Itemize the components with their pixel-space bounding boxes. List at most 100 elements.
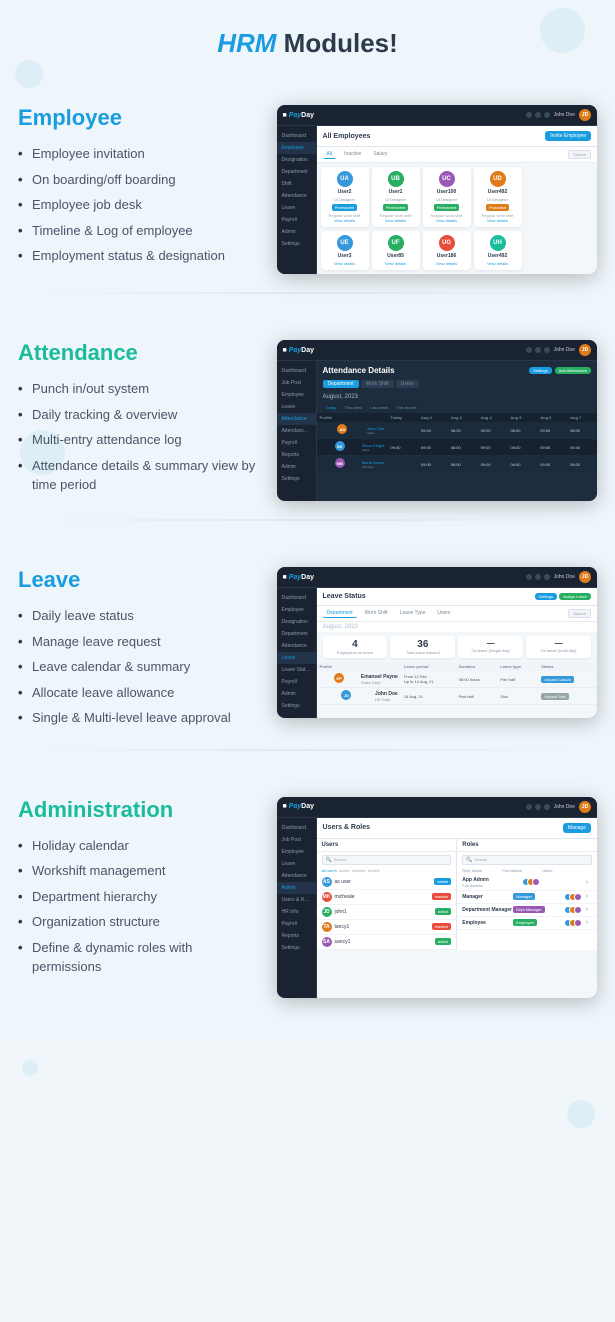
time-tab[interactable]: Last week <box>367 404 391 411</box>
sidebar-item[interactable]: Attendance <box>277 190 316 202</box>
sidebar-item[interactable]: Department <box>277 166 316 178</box>
sidebar-item-leave[interactable]: Leave <box>277 652 316 664</box>
search-box[interactable]: Search <box>568 150 591 159</box>
sidebar-item[interactable]: Payroll <box>277 214 316 226</box>
role-avatar <box>532 878 540 886</box>
leave-filter-tab[interactable]: Work Shift <box>361 609 392 618</box>
filter-invited[interactable]: Invited <box>368 868 380 873</box>
time-tab[interactable]: Today <box>323 404 340 411</box>
leave-filter-tab[interactable]: Leave Type <box>396 609 430 618</box>
att-month: August, 2023 <box>317 392 597 402</box>
sidebar-item[interactable]: Department <box>277 628 316 640</box>
role-action[interactable]: › <box>582 906 592 913</box>
sidebar-item[interactable]: Attendance <box>277 870 316 882</box>
sidebar-item[interactable]: Payroll <box>277 437 316 449</box>
filter-tab-inactive[interactable]: Inactive <box>340 150 365 159</box>
sidebar-item[interactable]: Designation <box>277 616 316 628</box>
sidebar-item[interactable]: Admin <box>277 461 316 473</box>
emp-link[interactable]: View details <box>376 261 416 266</box>
att-time: 08:00 <box>507 422 537 439</box>
sidebar-item[interactable]: Leave <box>277 401 316 413</box>
role-action[interactable]: › <box>582 879 592 886</box>
emp-link[interactable]: View details <box>478 218 518 223</box>
leave-filter-tab[interactable]: Users <box>433 609 454 618</box>
time-tab[interactable]: This month <box>393 404 419 411</box>
sidebar-item[interactable]: Job Post <box>277 377 316 389</box>
icon-dot <box>544 112 550 118</box>
sidebar-item[interactable]: Users & Roles <box>277 894 316 906</box>
att-time: 09:00 <box>418 456 448 473</box>
att-tab[interactable]: Department <box>323 380 359 388</box>
mock-main: All Employees Invite Employee All Inacti… <box>317 126 597 274</box>
sidebar-item[interactable]: Job Post <box>277 834 316 846</box>
roles-search[interactable]: 🔍 Search <box>462 855 592 865</box>
leave-settings-btn[interactable]: Settings <box>535 593 557 600</box>
sidebar-item[interactable]: Reports <box>277 930 316 942</box>
icon-dot <box>535 347 541 353</box>
sidebar-item[interactable]: Employee <box>277 846 316 858</box>
bullet-item: Timeline & Log of employee <box>18 218 265 244</box>
sidebar-item[interactable]: Settings <box>277 942 316 954</box>
bullet-item: Leave calendar & summary <box>18 654 265 680</box>
sidebar-item[interactable]: Settings <box>277 700 316 712</box>
filter-inactive[interactable]: Inactive <box>352 868 366 873</box>
mock-invite-btn[interactable]: Invite Employee <box>545 131 591 141</box>
att-settings-btn[interactable]: Settings <box>529 367 551 374</box>
mock-avatar: JD <box>579 109 591 121</box>
att-add-btn[interactable]: Add Attendance <box>555 367 591 374</box>
filter-all[interactable]: All users <box>322 868 337 873</box>
admin-manage-btn[interactable]: Manage <box>563 823 591 833</box>
sidebar-item[interactable]: Payroll <box>277 676 316 688</box>
filter-active[interactable]: Active <box>339 868 350 873</box>
sidebar-item[interactable]: Employee <box>277 389 316 401</box>
sidebar-item[interactable]: Dashboard <box>277 130 316 142</box>
att-time: 09:00 <box>537 439 567 456</box>
role-row: Employee Employee <box>457 917 597 930</box>
sidebar-item[interactable]: Reports <box>277 449 316 461</box>
sidebar-item[interactable]: Designation <box>277 154 316 166</box>
filter-tab-salary[interactable]: Salary <box>369 150 391 159</box>
sidebar-item[interactable]: Payroll <box>277 918 316 930</box>
deco-circle-7 <box>567 1100 595 1128</box>
sidebar-item[interactable]: Attendance <box>277 640 316 652</box>
sidebar-item[interactable]: Settings <box>277 238 316 250</box>
sidebar-item-admin[interactable]: Admin <box>277 882 316 894</box>
bullet-item: Workshift management <box>18 858 265 884</box>
att-title: Attendance Details <box>323 366 395 375</box>
leave-search[interactable]: Search <box>568 609 591 618</box>
sidebar-item[interactable]: Employee <box>277 604 316 616</box>
sidebar-item[interactable]: Admin <box>277 688 316 700</box>
users-search[interactable]: 🔍 Search <box>322 855 452 865</box>
emp-link[interactable]: View details <box>376 218 416 223</box>
search-placeholder: Search <box>334 857 347 862</box>
sidebar-item[interactable]: Attendance Details <box>277 425 316 437</box>
sidebar-item[interactable]: Leave <box>277 858 316 870</box>
sidebar-item[interactable]: Settings <box>277 473 316 485</box>
emp-link[interactable]: View details <box>427 218 467 223</box>
sidebar-item-employee[interactable]: Employee <box>277 142 316 154</box>
att-tab[interactable]: Users <box>396 380 419 388</box>
filter-tab-all[interactable]: All <box>323 150 337 159</box>
sidebar-item[interactable]: Admin <box>277 226 316 238</box>
page-wrapper: HRM Modules! Employee Employee invitatio… <box>0 0 615 1038</box>
role-action[interactable]: › <box>582 893 592 900</box>
role-action[interactable]: › <box>582 919 592 926</box>
sidebar-item[interactable]: Dashboard <box>277 592 316 604</box>
time-tab[interactable]: This week <box>341 404 365 411</box>
sidebar-item[interactable]: Leave <box>277 202 316 214</box>
emp-link[interactable]: View details <box>325 218 365 223</box>
sidebar-item-attendance[interactable]: Attendance <box>277 413 316 425</box>
emp-link[interactable]: View details <box>427 261 467 266</box>
emp-link[interactable]: View details <box>325 261 365 266</box>
stat-label: Employees on leave <box>326 650 385 655</box>
leave-assign-btn[interactable]: Assign Leave <box>559 593 591 600</box>
leave-filter-tab[interactable]: Department <box>323 609 357 618</box>
att-tab[interactable]: Work Shift <box>361 380 394 388</box>
sidebar-item[interactable]: Dashboard <box>277 365 316 377</box>
sidebar-item[interactable]: Shift <box>277 178 316 190</box>
sidebar-item[interactable]: Dashboard <box>277 822 316 834</box>
sidebar-item[interactable]: Leave Status <box>277 664 316 676</box>
emp-link[interactable]: View details <box>478 261 518 266</box>
sidebar-item[interactable]: HR Info <box>277 906 316 918</box>
user-badge: admin <box>434 878 451 885</box>
